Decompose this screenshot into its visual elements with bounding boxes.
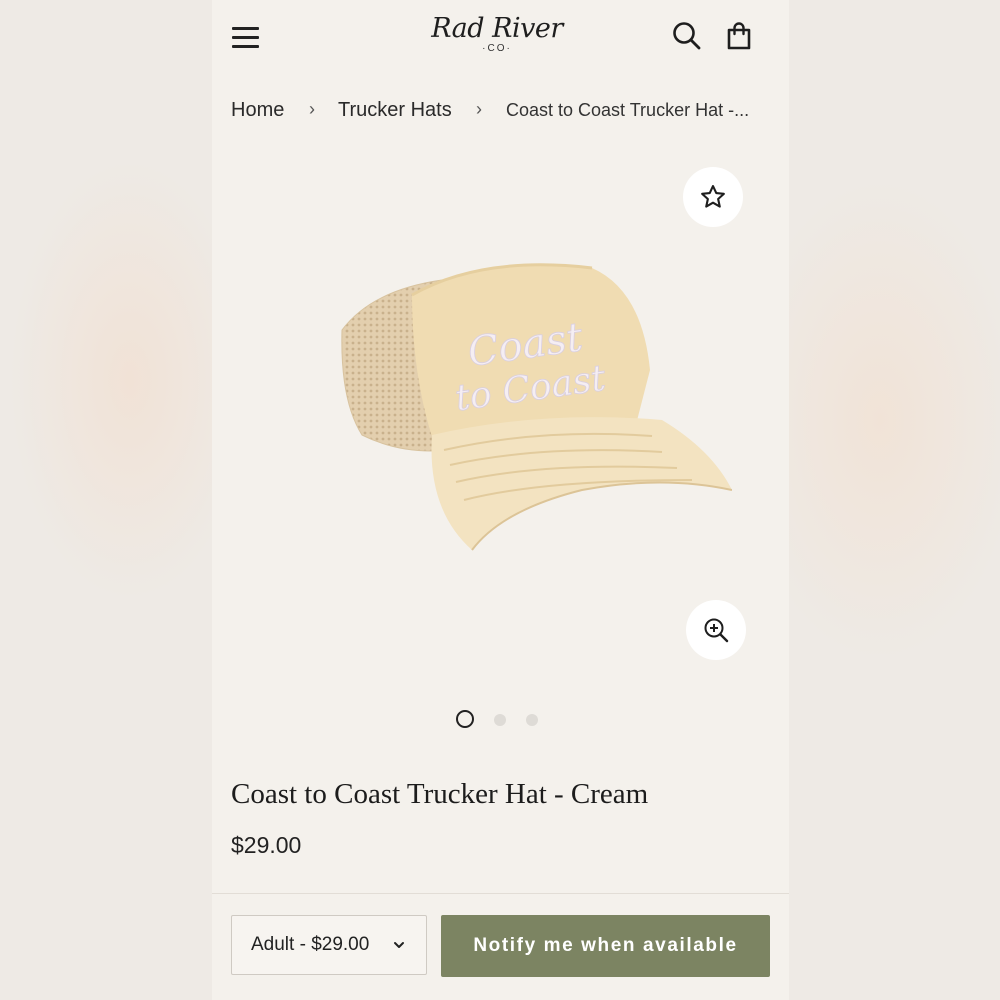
gallery-dot-active[interactable] xyxy=(456,710,474,728)
gallery-dot[interactable] xyxy=(526,714,538,726)
zoom-button[interactable] xyxy=(686,600,746,660)
product-image[interactable]: Coast to Coast xyxy=(332,250,732,570)
gallery-dot[interactable] xyxy=(494,714,506,726)
mobile-page: Rad River ·CO· Home › Trucker Hats › Coa… xyxy=(212,0,789,1000)
logo-subtext: ·CO· xyxy=(482,43,512,54)
product-price: $29.00 xyxy=(231,832,302,858)
purchase-bar: Adult - $29.00 Notify me when available xyxy=(212,893,789,1000)
breadcrumb-category[interactable]: Trucker Hats xyxy=(338,96,452,124)
search-icon xyxy=(673,22,701,50)
cart-button[interactable] xyxy=(724,20,756,52)
breadcrumb: Home › Trucker Hats › Coast to Coast Tru… xyxy=(231,96,776,126)
product-title: Coast to Coast Trucker Hat - Cream xyxy=(231,778,649,810)
logo-wordmark: Rad River xyxy=(431,13,563,44)
search-button[interactable] xyxy=(671,20,703,52)
breadcrumb-home[interactable]: Home xyxy=(231,96,284,124)
hamburger-menu-icon xyxy=(232,27,259,30)
chevron-down-icon xyxy=(394,942,404,948)
variant-select-value: Adult - $29.00 xyxy=(251,934,370,955)
breadcrumb-separator: › xyxy=(309,99,315,119)
notify-button[interactable]: Notify me when available xyxy=(441,915,770,977)
menu-button[interactable] xyxy=(232,24,260,52)
breadcrumb-current: Coast to Coast Trucker Hat -... xyxy=(506,100,750,120)
variant-select[interactable]: Adult - $29.00 xyxy=(231,915,427,975)
site-logo[interactable]: Rad River ·CO· xyxy=(427,14,567,54)
favorite-button[interactable] xyxy=(683,167,743,227)
breadcrumb-separator: › xyxy=(476,99,482,119)
zoom-in-icon xyxy=(704,618,729,643)
star-icon xyxy=(701,184,725,208)
shopping-bag-icon xyxy=(727,22,751,50)
